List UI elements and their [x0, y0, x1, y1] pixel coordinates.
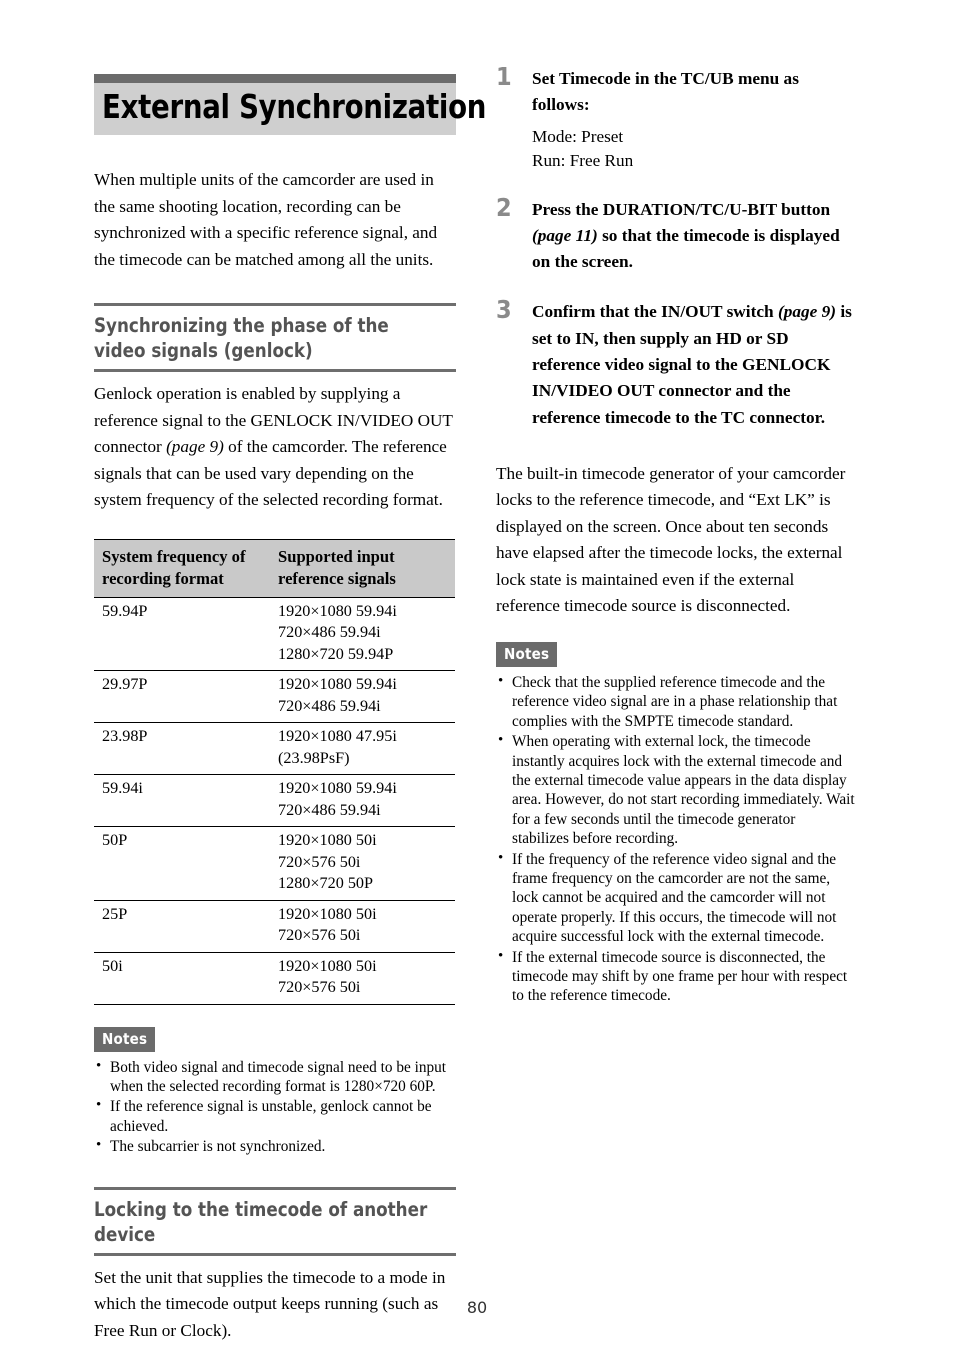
note-item: When operating with external lock, the t…: [496, 731, 856, 848]
table-row: 29.97P 1920×1080 59.94i 720×486 59.94i: [94, 670, 455, 723]
section-heading-locking-label: Locking to the timecode of another devic…: [94, 1197, 428, 1246]
step-sub-1: Mode: Preset Run: Free Run: [532, 125, 856, 173]
table-row: 59.94P 1920×1080 59.94i 720×486 59.94i 1280…: [94, 597, 455, 671]
step-title-2-part-1: Press the DURATION/TC/U-BIT button: [532, 199, 831, 219]
table-cell-format: 25P: [94, 900, 270, 953]
chapter-title-banner: External Synchronization: [94, 74, 487, 135]
table-header-row: System frequency of recording format Sup…: [94, 538, 455, 598]
table-cell-signals: 1920×1080 50i 720×576 50i 1280×720 50P: [270, 826, 455, 901]
step-item-1: 1 Set Timecode in the TC/UB menu as foll…: [496, 62, 856, 173]
after-steps-text: The built-in timecode generator of your …: [496, 463, 846, 616]
table-row: 59.94i 1920×1080 59.94i 720×486 59.94i: [94, 774, 455, 827]
step-2-page-reference: (page 11): [532, 225, 598, 245]
table-header-supported-signals: Supported input reference signals: [270, 538, 455, 598]
title-band: External Synchronization: [94, 83, 487, 135]
table-cell-signals: 1920×1080 59.94i 720×486 59.94i 1280×720 5…: [270, 597, 455, 671]
table-cell-signal-line: 1920×1080 50i: [278, 956, 377, 975]
reference-signals-table: System frequency of recording format Sup…: [94, 538, 455, 1005]
step-title-1: Set Timecode in the TC/UB menu as follow…: [532, 69, 799, 115]
step-3-page-reference: (page 9): [777, 302, 837, 322]
table-cell-format: 59.94i: [94, 774, 270, 827]
table-cell-signal-line: 1280×720 50P: [278, 874, 374, 892]
note-item: The subcarrier is not synchronized.: [94, 1136, 456, 1156]
table-row: 23.98P 1920×1080 47.95i (23.98PsF): [94, 722, 455, 775]
page-number: 80: [466, 1298, 488, 1317]
step-item-2: 2 Press the DURATION/TC/U-BIT button (pa…: [496, 192, 856, 276]
table-cell-signal-line: 720×486 59.94i: [278, 696, 381, 715]
notes-list-timecode: Check that the supplied reference timeco…: [496, 672, 856, 1006]
table-cell-format: 29.97P: [94, 670, 270, 723]
table-cell-signal-line: 720×486 59.94i: [278, 623, 381, 641]
table-cell-signals: 1920×1080 47.95i (23.98PsF): [270, 722, 455, 775]
table-cell-signal-line: 720×486 59.94i: [278, 800, 381, 819]
note-item: Both video signal and timecode signal ne…: [94, 1057, 456, 1097]
genlock-body-paragraph: Genlock operation is enabled by supplyin…: [94, 381, 456, 514]
table-cell-signal-line: 1920×1080 47.95i: [278, 727, 397, 745]
note-item: Check that the supplied reference timeco…: [496, 672, 856, 731]
table-cell-signal-line: 720×576 50i: [278, 978, 361, 996]
table-row: 50i 1920×1080 50i 720×576 50i: [94, 952, 455, 1005]
step-item-3: 3 Confirm that the IN/OUT switch (page 9…: [496, 295, 856, 430]
table-cell-signal-line: 1920×1080 59.94i: [278, 675, 397, 693]
intro-text: When multiple units of the camcorder are…: [94, 170, 438, 269]
note-item: If the reference signal is unstable, gen…: [94, 1096, 456, 1136]
note-item: If the frequency of the reference video …: [496, 849, 856, 947]
manual-page: External Synchronization When multiple u…: [0, 0, 954, 1352]
notes-block-timecode: Notes Check that the supplied reference …: [496, 641, 856, 1006]
genlock-body-text: Genlock operation is enabled by supplyin…: [94, 381, 456, 514]
table-cell-signals: 1920×1080 50i 720×576 50i: [270, 952, 455, 1005]
table-cell-signal-line: (23.98PsF): [278, 748, 350, 767]
table-row: 50P 1920×1080 50i 720×576 50i 1280×720 50P: [94, 826, 455, 901]
notes-badge: Notes: [496, 641, 558, 667]
step-title-3-part-1: Confirm that the IN/OUT switch: [532, 302, 778, 322]
notes-block-genlock: Notes Both video signal and timecode sig…: [94, 1026, 456, 1157]
table-cell-signal-line: 1920×1080 59.94i: [278, 601, 397, 620]
genlock-page-reference: (page 9): [166, 437, 224, 456]
section-heading-locking: Locking to the timecode of another devic…: [94, 1186, 456, 1256]
table-cell-format: 50i: [94, 952, 270, 1005]
step-sub-line-mode: Mode: Preset: [532, 126, 624, 146]
table-body: 59.94P 1920×1080 59.94i 720×486 59.94i 1280…: [94, 597, 455, 1005]
section-heading-genlock-label: Synchronizing the phase of the video sig…: [94, 314, 389, 362]
step-number-2: 2: [496, 192, 512, 222]
step-number-1: 1: [496, 62, 512, 91]
step-sub-line-run: Run: Free Run: [532, 150, 634, 170]
after-steps-paragraph: The built-in timecode generator of your …: [496, 461, 856, 620]
table-cell-format: 50P: [94, 826, 270, 901]
table-cell-format: 59.94P: [94, 597, 270, 671]
table-cell-signal-line: 1920×1080 50i: [278, 831, 377, 849]
step-title-3: Confirm that the IN/OUT switch (page 9) …: [532, 299, 856, 430]
left-column: External Synchronization When multiple u…: [94, 74, 487, 1344]
note-item: If the external timecode source is disco…: [496, 947, 856, 1006]
table-header-system-frequency: System frequency of recording format: [94, 538, 270, 598]
step-title-2: Press the DURATION/TC/U-BIT button (page…: [532, 197, 856, 276]
notes-list-genlock: Both video signal and timecode signal ne…: [94, 1057, 456, 1157]
table-cell-format: 23.98P: [94, 722, 270, 775]
table-cell-signal-line: 720×576 50i: [278, 852, 361, 871]
table-cell-signal-line: 720×576 50i: [278, 926, 361, 944]
table-cell-signals: 1920×1080 59.94i 720×486 59.94i: [270, 774, 455, 827]
table-cell-signal-line: 1280×720 59.94P: [278, 644, 394, 663]
notes-badge: Notes: [94, 1026, 156, 1052]
table-cell-signal-line: 1920×1080 50i: [278, 904, 377, 923]
right-column: 1 Set Timecode in the TC/UB menu as foll…: [496, 62, 856, 1007]
section-heading-genlock: Synchronizing the phase of the video sig…: [94, 303, 456, 372]
intro-paragraph: When multiple units of the camcorder are…: [94, 167, 456, 273]
step-number-3: 3: [496, 295, 512, 325]
table-cell-signals: 1920×1080 50i 720×576 50i: [270, 900, 455, 953]
page-title: External Synchronization: [102, 87, 487, 126]
title-top-rule: [94, 74, 456, 83]
table-cell-signals: 1920×1080 59.94i 720×486 59.94i: [270, 670, 455, 723]
table-row: 25P 1920×1080 50i 720×576 50i: [94, 900, 455, 953]
table-cell-signal-line: 1920×1080 59.94i: [278, 779, 397, 797]
